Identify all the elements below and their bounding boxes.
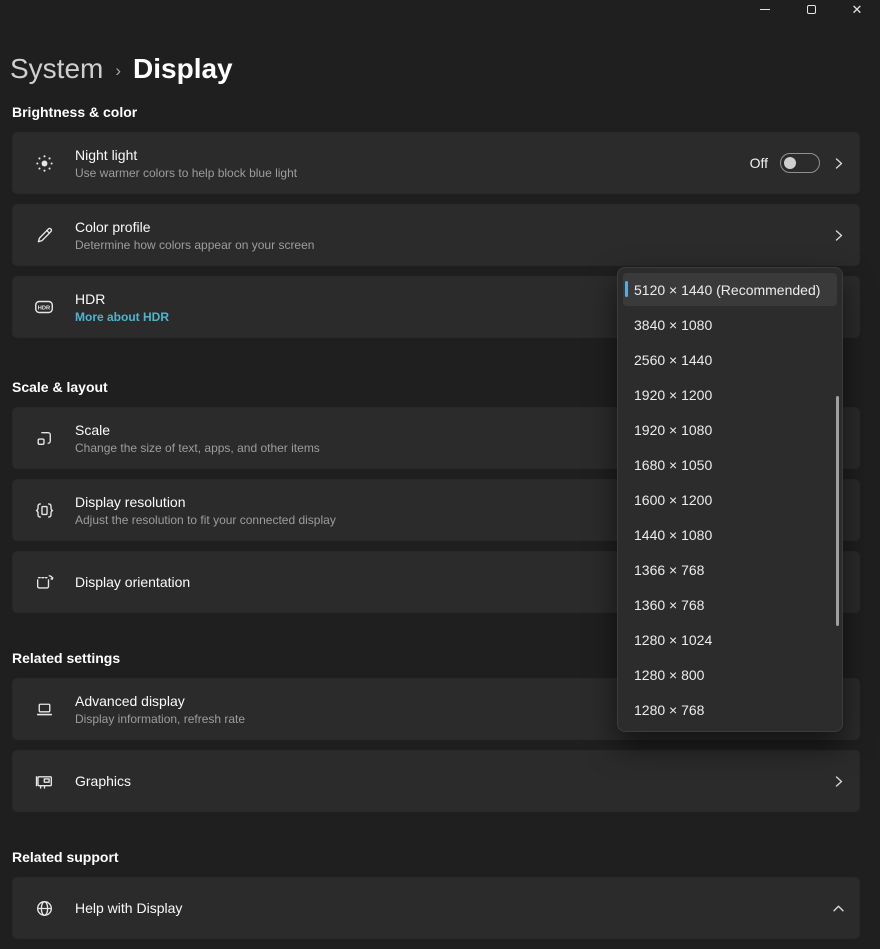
color-profile-row[interactable]: Color profile Determine how colors appea… (12, 204, 860, 266)
resolution-option[interactable]: 1280 × 768 (623, 693, 837, 726)
advanced-display-icon (13, 699, 75, 720)
resolution-option[interactable]: 1366 × 768 (623, 553, 837, 586)
night-light-row[interactable]: Night light Use warmer colors to help bl… (12, 132, 860, 194)
section-related-support: Related support Help with Display (12, 822, 860, 939)
row-subtitle: Use warmer colors to help block blue lig… (75, 166, 750, 181)
scale-icon (13, 428, 75, 449)
resolution-option[interactable]: 1680 × 1050 (623, 448, 837, 481)
page-title: Display (133, 53, 233, 85)
hdr-icon: HDR (13, 296, 75, 318)
resolution-option-label: 1920 × 1200 (634, 387, 712, 403)
color-profile-icon (13, 225, 75, 246)
resolution-option-label: 1280 × 800 (634, 667, 704, 683)
close-icon: ✕ (852, 3, 863, 16)
row-title: Graphics (75, 772, 832, 790)
resolution-option-label: 1680 × 1050 (634, 457, 712, 473)
row-title: Color profile (75, 218, 832, 236)
resolution-option-selected[interactable]: 5120 × 1440 (Recommended) (623, 273, 837, 306)
section-title: Brightness & color (12, 103, 860, 121)
toggle-knob (784, 157, 796, 169)
resolution-option-label: 1440 × 1080 (634, 527, 712, 543)
display-resolution-icon (13, 500, 75, 521)
graphics-icon (13, 771, 75, 792)
row-subtitle: Determine how colors appear on your scre… (75, 238, 832, 253)
resolution-option-label: 1600 × 1200 (634, 492, 712, 508)
night-light-icon (13, 153, 75, 174)
resolution-option[interactable]: 1360 × 768 (623, 588, 837, 621)
maximize-button[interactable] (788, 0, 834, 18)
resolution-option-label: 1280 × 768 (634, 702, 704, 718)
resolution-option[interactable]: 1440 × 1080 (623, 518, 837, 551)
resolution-option[interactable]: 1600 × 1200 (623, 483, 837, 516)
globe-help-icon (13, 898, 75, 919)
selected-indicator (625, 281, 628, 297)
resolution-option[interactable]: 2560 × 1440 (623, 343, 837, 376)
resolution-option-label: 2560 × 1440 (634, 352, 712, 368)
display-orientation-icon (13, 572, 75, 593)
resolution-option-label: 1366 × 768 (634, 562, 704, 578)
night-light-toggle[interactable] (780, 153, 820, 173)
minimize-icon (760, 9, 770, 10)
resolution-option-label: 1280 × 1024 (634, 632, 712, 648)
resolution-dropdown: 5120 × 1440 (Recommended) 3840 × 1080 25… (617, 267, 843, 732)
breadcrumb: System › Display (10, 50, 860, 88)
resolution-option[interactable]: 1280 × 800 (623, 658, 837, 691)
window-controls: ✕ (742, 0, 880, 18)
row-title: Night light (75, 146, 750, 164)
svg-text:HDR: HDR (38, 305, 51, 311)
help-with-display-row[interactable]: Help with Display (12, 877, 860, 939)
toggle-state-label: Off (750, 155, 768, 171)
breadcrumb-system[interactable]: System (10, 53, 103, 85)
resolution-option[interactable]: 1280 × 1024 (623, 623, 837, 656)
chevron-right-icon (832, 157, 845, 170)
minimize-button[interactable] (742, 0, 788, 18)
row-title: Help with Display (75, 899, 832, 917)
maximize-icon (807, 5, 816, 14)
resolution-option-label: 5120 × 1440 (Recommended) (634, 282, 820, 298)
resolution-option[interactable]: 1920 × 1080 (623, 413, 837, 446)
chevron-right-icon (832, 229, 845, 242)
resolution-option[interactable]: 3840 × 1080 (623, 308, 837, 341)
resolution-option-label: 3840 × 1080 (634, 317, 712, 333)
chevron-right-icon (832, 775, 845, 788)
close-button[interactable]: ✕ (834, 0, 880, 18)
chevron-up-icon (832, 902, 845, 915)
resolution-option[interactable]: 1920 × 1200 (623, 378, 837, 411)
resolution-option-label: 1920 × 1080 (634, 422, 712, 438)
section-title: Related support (12, 848, 860, 866)
breadcrumb-separator-icon: › (115, 61, 121, 81)
dropdown-scrollbar[interactable] (836, 396, 839, 626)
resolution-option-label: 1360 × 768 (634, 597, 704, 613)
graphics-row[interactable]: Graphics (12, 750, 860, 812)
